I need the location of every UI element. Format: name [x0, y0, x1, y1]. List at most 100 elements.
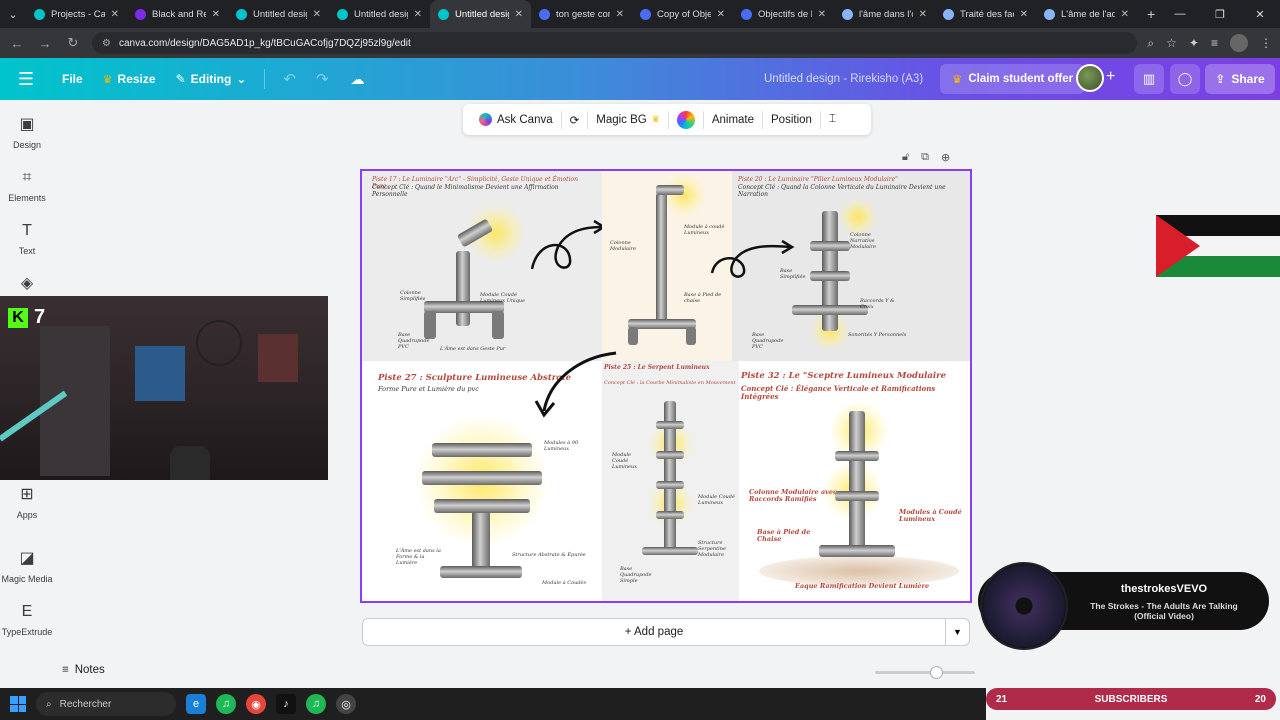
minimize-icon[interactable]: —: [1160, 0, 1200, 28]
animate-button[interactable]: Animate: [704, 104, 762, 135]
spotify-icon[interactable]: ♫: [216, 694, 236, 714]
file-menu-button[interactable]: File: [52, 64, 93, 94]
sidebar-item-typeextrude[interactable]: E TypeExtrude: [0, 603, 54, 637]
user-avatar[interactable]: [1076, 64, 1104, 92]
sidebar-item-text[interactable]: T Text: [0, 222, 54, 256]
window-controls: — ❐ ✕: [1160, 0, 1280, 28]
profile-avatar[interactable]: [1230, 34, 1248, 52]
lock-icon[interactable]: 🔓︎: [902, 151, 909, 164]
add-page-icon[interactable]: ⊕: [941, 151, 950, 164]
add-page-button[interactable]: + Add page: [362, 618, 946, 646]
hamburger-menu-icon[interactable]: ☰: [0, 69, 52, 90]
close-tab-icon[interactable]: ✕: [1121, 9, 1129, 20]
bookmark-star-icon[interactable]: ☆: [1166, 36, 1177, 50]
notes-button[interactable]: ≡ Notes: [62, 664, 105, 676]
claim-student-offer-button[interactable]: ♛ Claim student offer: [940, 64, 1086, 94]
back-icon[interactable]: ←: [8, 36, 26, 51]
magic-bg-button[interactable]: Magic BG ♛: [588, 104, 668, 135]
tab-title: Black and Red: [152, 8, 206, 20]
position-button[interactable]: Position: [763, 104, 820, 135]
tab-search-icon[interactable]: ⌄: [0, 0, 26, 28]
add-collaborator-icon[interactable]: +: [1106, 68, 1115, 86]
now-playing-widget: thestrokesVEVO The Strokes - The Adults …: [978, 562, 1269, 650]
concept-panel-piste-32[interactable]: Piste 32 : Le "Sceptre Lumineux Modulair…: [739, 361, 970, 601]
lamp-tee: [656, 511, 684, 519]
redo-icon[interactable]: ↷: [306, 70, 339, 88]
extensions-icon[interactable]: ✦: [1189, 36, 1199, 50]
concept-panel-piste-25[interactable]: Piste 25 : Le Serpent Lumineux Concept C…: [602, 361, 739, 601]
color-button[interactable]: [669, 104, 703, 135]
reading-list-icon[interactable]: ≡: [1211, 36, 1218, 50]
undo-icon[interactable]: ↶: [273, 70, 306, 88]
copy-style-button[interactable]: ⌶: [821, 104, 844, 135]
browser-tab[interactable]: Black and Red ✕: [127, 0, 228, 28]
add-page-options-button[interactable]: ▼: [945, 618, 970, 646]
edge-icon[interactable]: e: [186, 694, 206, 714]
browser-tab[interactable]: L'âme de l'ado ✕: [1036, 0, 1137, 28]
crown-icon: ♛: [651, 114, 660, 124]
site-info-icon[interactable]: ⚙: [102, 38, 111, 49]
windows-start-icon[interactable]: [10, 696, 26, 712]
close-tab-icon[interactable]: ✕: [818, 9, 826, 20]
sidebar-item-design[interactable]: ▣ Design: [0, 116, 54, 150]
zoom-slider[interactable]: [875, 671, 975, 674]
close-tab-icon[interactable]: ✕: [111, 9, 119, 20]
web-favicon-icon: [943, 8, 954, 20]
sidebar-item-magic-media[interactable]: ◪ Magic Media: [0, 550, 54, 584]
browser-tab[interactable]: Untitled design ✕: [329, 0, 430, 28]
concept-panel-piste-17[interactable]: Piste 17 : Le Luminaire "Arc" - Simplici…: [362, 171, 602, 361]
taskbar-search[interactable]: ⌕ Rechercher: [36, 692, 176, 716]
close-window-icon[interactable]: ✕: [1240, 0, 1280, 28]
document-title[interactable]: Untitled design - Rirekisho (A3): [764, 73, 923, 85]
sidebar-item-brand[interactable]: ◈: [0, 275, 54, 293]
duplicate-icon[interactable]: ⧉: [921, 151, 929, 164]
spotify-icon[interactable]: ♫: [306, 694, 326, 714]
app-icon[interactable]: ◎: [336, 694, 356, 714]
replace-button[interactable]: ⟳: [562, 104, 588, 135]
url-field[interactable]: ⚙ canva.com/design/DAG5AD1p_kg/tBCuGACof…: [92, 32, 1138, 54]
cloud-saved-icon[interactable]: ☁: [339, 71, 377, 88]
sidebar-item-elements[interactable]: ⌗ Elements: [0, 169, 54, 203]
browser-tab[interactable]: Traité des facul ✕: [935, 0, 1036, 28]
insights-chart-icon[interactable]: ▥: [1134, 64, 1164, 94]
forward-icon[interactable]: →: [36, 36, 54, 51]
close-tab-icon[interactable]: ✕: [212, 9, 220, 20]
windows-taskbar: ⌕ Rechercher e ♫ ◉ ♪ ♫ ◎: [0, 688, 986, 720]
lamp-base: [642, 547, 698, 555]
browser-tab[interactable]: l'âme dans l'ob ✕: [834, 0, 935, 28]
canva-favicon-icon: [135, 8, 146, 20]
reload-icon[interactable]: ↻: [64, 35, 82, 51]
design-page[interactable]: Piste 17 : Le Luminaire "Arc" - Simplici…: [360, 169, 972, 603]
sidebar-item-label: TypeExtrude: [1, 627, 53, 637]
share-button[interactable]: ⇪ Share: [1205, 64, 1275, 94]
tiktok-icon[interactable]: ♪: [276, 694, 296, 714]
restore-icon[interactable]: ❐: [1200, 0, 1240, 28]
browser-tab[interactable]: Objectifs de l'é ✕: [733, 0, 834, 28]
resize-button[interactable]: ♛ Resize: [93, 64, 166, 94]
browser-tab[interactable]: Projects - Canva ✕: [26, 0, 127, 28]
browser-tab[interactable]: Copy of Object ✕: [632, 0, 733, 28]
browser-tab[interactable]: ton geste com ✕: [531, 0, 632, 28]
browser-menu-icon[interactable]: ⋮: [1260, 36, 1272, 50]
page-actions: 🔓︎ ⧉ ⊕: [902, 151, 950, 164]
panel-concept: Concept Clé : Élégance Verticale et Rami…: [741, 384, 936, 402]
close-tab-icon[interactable]: ✕: [919, 9, 927, 20]
close-tab-icon[interactable]: ✕: [616, 9, 624, 20]
close-tab-icon[interactable]: ✕: [717, 9, 725, 20]
editing-mode-button[interactable]: ✎ Editing ⌄: [166, 64, 257, 94]
comments-icon[interactable]: ◯: [1170, 64, 1200, 94]
ask-canva-button[interactable]: Ask Canva: [471, 104, 561, 135]
close-tab-icon[interactable]: ✕: [414, 9, 422, 20]
zoom-slider-handle[interactable]: [930, 666, 943, 679]
chrome-icon[interactable]: ◉: [246, 694, 266, 714]
close-tab-icon[interactable]: ✕: [515, 9, 523, 20]
sidebar-item-apps[interactable]: ⊞ Apps: [0, 486, 54, 520]
subscribers-current: 21: [996, 693, 1008, 705]
color-wheel-icon: [676, 110, 695, 129]
browser-tab-active[interactable]: Untitled design ✕: [430, 0, 531, 28]
panel-note: Modules à 90 Lumineux: [544, 440, 579, 452]
close-tab-icon[interactable]: ✕: [313, 9, 321, 20]
browser-tab[interactable]: Untitled design ✕: [228, 0, 329, 28]
close-tab-icon[interactable]: ✕: [1020, 9, 1028, 20]
zoom-icon[interactable]: ⌕: [1147, 36, 1154, 51]
